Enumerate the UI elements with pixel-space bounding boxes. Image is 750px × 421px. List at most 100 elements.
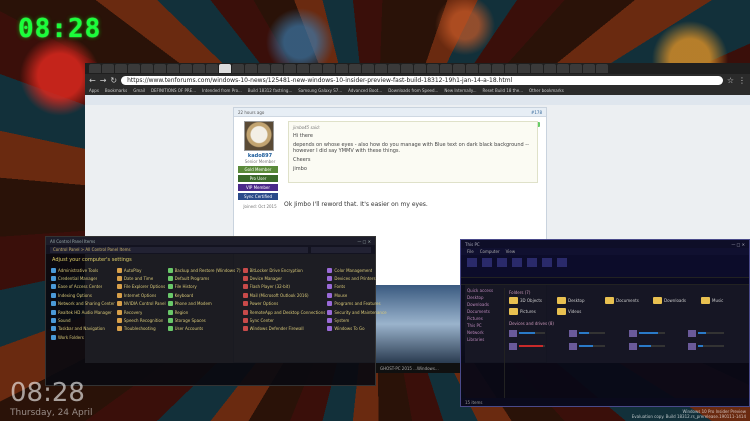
control-panel-item[interactable]: NVIDIA Control Panel [116, 300, 166, 308]
drive-item[interactable] [628, 328, 686, 338]
browser-tab[interactable] [570, 64, 582, 73]
avatar[interactable] [244, 121, 274, 151]
browser-tab[interactable] [596, 64, 608, 73]
browser-tab[interactable] [219, 64, 231, 73]
bookmark-item[interactable]: Apps [89, 88, 99, 93]
bookmark-item[interactable]: Bookmarks [105, 88, 127, 93]
control-panel-item[interactable]: Windows To Go [327, 325, 386, 333]
control-panel-item[interactable]: Programs and Features [327, 300, 386, 308]
nav-item[interactable]: Pictures [461, 316, 504, 323]
browser-tab[interactable] [154, 64, 166, 73]
control-panel-item[interactable]: Sound [51, 316, 115, 324]
control-panel-item[interactable]: Troubleshooting [116, 325, 166, 333]
control-panel-item[interactable]: Work Folders [51, 333, 115, 341]
control-panel-item[interactable]: Backup and Restore (Windows 7) [167, 266, 241, 274]
window-controls[interactable]: — □ ✕ [731, 242, 745, 247]
control-panel-item[interactable]: File Explorer Options [116, 283, 166, 291]
control-panel-item[interactable]: Ease of Access Center [51, 283, 115, 291]
bookmark-item[interactable]: Build 18312 fastring... [248, 88, 292, 93]
nav-item[interactable]: Documents [461, 309, 504, 316]
control-panel-item[interactable]: Network and Sharing Center [51, 300, 115, 308]
ribbon-tab[interactable]: Computer [480, 249, 500, 254]
browser-tab[interactable] [310, 64, 322, 73]
reload-icon[interactable]: ↻ [110, 76, 117, 85]
control-panel-item[interactable]: Storage Spaces [167, 316, 241, 324]
control-panel-item[interactable]: Sync Center [242, 316, 326, 324]
url-input[interactable]: https://www.tenforums.com/windows-10-new… [121, 75, 723, 85]
browser-tab[interactable] [336, 64, 348, 73]
star-icon[interactable]: ☆ [727, 76, 734, 85]
folder-item[interactable]: Documents [605, 297, 649, 304]
browser-tab[interactable] [245, 64, 257, 73]
taskbar-thumbnail[interactable]: GHOST-PC 2015 ...Windows... [376, 363, 460, 373]
browser-tab[interactable] [388, 64, 400, 73]
control-panel-item[interactable]: AutoPlay [116, 266, 166, 274]
drive-item[interactable] [628, 341, 686, 351]
folder-item[interactable]: Downloads [653, 297, 697, 304]
bookmark-item[interactable]: Intended from Pro... [202, 88, 242, 93]
control-panel-item[interactable]: Indexing Options [51, 291, 115, 299]
bookmark-item[interactable]: New Internally... [444, 88, 476, 93]
control-panel-item[interactable]: BitLocker Drive Encryption [242, 266, 326, 274]
map-drive-icon[interactable] [527, 258, 537, 267]
access-media-icon[interactable] [512, 258, 522, 267]
browser-tab[interactable] [115, 64, 127, 73]
browser-tab[interactable] [531, 64, 543, 73]
control-panel-item[interactable]: Internet Options [116, 291, 166, 299]
nav-item[interactable]: Network [461, 330, 504, 337]
control-panel-item[interactable]: Taskbar and Navigation [51, 325, 115, 333]
drive-item[interactable] [509, 328, 566, 338]
forward-icon[interactable]: → [100, 76, 107, 85]
control-panel-item[interactable]: Credential Manager [51, 274, 115, 282]
properties-icon[interactable] [467, 258, 477, 267]
breadcrumb[interactable]: Control Panel > All Control Panel Items [50, 246, 308, 253]
browser-tab[interactable] [440, 64, 452, 73]
ribbon-tab[interactable]: View [506, 249, 516, 254]
window-controls[interactable]: — □ ✕ [357, 239, 371, 244]
browser-tab[interactable] [89, 64, 101, 73]
control-panel-item[interactable]: Flash Player (32-bit) [242, 283, 326, 291]
add-location-icon[interactable] [542, 258, 552, 267]
folder-item[interactable]: 3D Objects [509, 297, 553, 304]
drive-item[interactable] [568, 341, 626, 351]
control-panel-item[interactable]: Speech Recognition [116, 316, 166, 324]
control-panel-item[interactable]: Fonts [327, 283, 386, 291]
control-panel-item[interactable]: System [327, 316, 386, 324]
browser-tab[interactable] [128, 64, 140, 73]
browser-tab[interactable] [102, 64, 114, 73]
browser-tab[interactable] [492, 64, 504, 73]
control-panel-item[interactable]: RemoteApp and Desktop Connections [242, 308, 325, 316]
control-panel-item[interactable]: Default Programs [167, 274, 241, 282]
control-panel-item[interactable]: Recovery [116, 308, 166, 316]
drive-item[interactable] [509, 341, 566, 351]
control-panel-item[interactable]: Power Options [242, 300, 326, 308]
browser-tab[interactable] [505, 64, 517, 73]
control-panel-item[interactable]: File History [167, 283, 241, 291]
control-panel-item[interactable]: Devices and Printers [327, 274, 386, 282]
browser-tab[interactable] [401, 64, 413, 73]
bookmark-item[interactable]: Samsung Galaxy S7... [298, 88, 342, 93]
control-panel-item[interactable]: Device Manager [242, 274, 326, 282]
bookmark-item[interactable]: Downloads from Speed... [388, 88, 438, 93]
open-icon[interactable] [482, 258, 492, 267]
browser-tab[interactable] [466, 64, 478, 73]
browser-tab[interactable] [167, 64, 179, 73]
control-panel-item[interactable]: Realtek HD Audio Manager [51, 308, 115, 316]
bookmark-item[interactable]: Reset Build 18 the... [483, 88, 524, 93]
control-panel-item[interactable]: Region [167, 308, 241, 316]
control-panel-item[interactable]: Phone and Modem [167, 300, 241, 308]
folder-item[interactable]: Desktop [557, 297, 601, 304]
settings-icon[interactable] [557, 258, 567, 267]
browser-tab[interactable] [453, 64, 465, 73]
search-input[interactable] [311, 246, 371, 253]
control-panel-item[interactable]: Mail (Microsoft Outlook 2016) [242, 291, 326, 299]
post-number[interactable]: #178 [531, 110, 542, 115]
control-panel-item[interactable]: Mouse [327, 291, 386, 299]
nav-item[interactable]: Libraries [461, 337, 504, 344]
browser-tab[interactable] [557, 64, 569, 73]
ribbon-tab[interactable]: File [467, 249, 474, 254]
control-panel-item[interactable]: Administrative Tools [51, 266, 115, 274]
browser-tab[interactable] [258, 64, 270, 73]
browser-tab[interactable] [297, 64, 309, 73]
browser-tab[interactable] [349, 64, 361, 73]
